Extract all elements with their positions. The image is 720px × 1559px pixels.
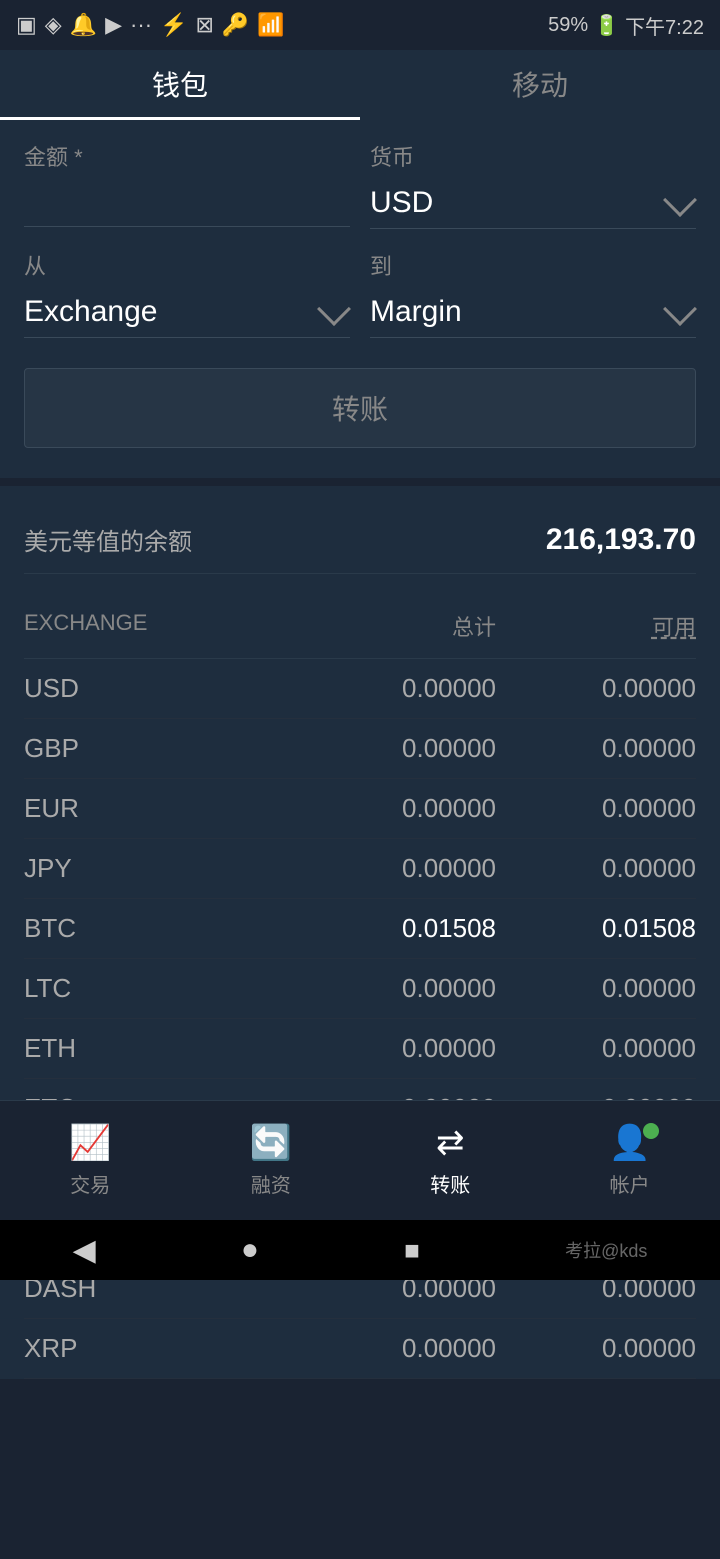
amount-input[interactable] — [24, 178, 350, 227]
table-row: ETH 0.00000 0.00000 — [24, 1019, 696, 1079]
nav-transfer-label: 转账 — [430, 1169, 470, 1198]
dots-icon: ··· — [130, 12, 152, 38]
td-available-0: 0.00000 — [496, 673, 696, 704]
nav-trade-label: 交易 — [70, 1169, 110, 1198]
balance-label: 美元等值的余额 — [24, 522, 192, 557]
td-total-2: 0.00000 — [296, 793, 496, 824]
td-available-3: 0.00000 — [496, 853, 696, 884]
from-group: 从 Exchange — [24, 249, 350, 338]
col-available: 可用 — [496, 610, 696, 642]
td-available-1: 0.00000 — [496, 733, 696, 764]
amount-label: 金额 * — [24, 140, 350, 172]
account-dot — [643, 1123, 659, 1139]
home-button[interactable]: ● — [241, 1233, 259, 1267]
table-row: XRP 0.00000 0.00000 — [24, 1319, 696, 1379]
top-tab-bar: 钱包 移动 — [0, 50, 720, 120]
watermark: 考拉@kds — [565, 1237, 647, 1263]
table-header: EXCHANGE 总计 可用 — [24, 594, 696, 659]
col-exchange: EXCHANGE — [24, 610, 296, 642]
table-row: BTC 0.01508 0.01508 — [24, 899, 696, 959]
sim-icon: ▣ — [16, 12, 37, 38]
td-total-4: 0.01508 — [296, 913, 496, 944]
finance-icon: 🔄 — [250, 1123, 292, 1163]
android-nav-bar: ◀ ● ■ 考拉@kds — [0, 1220, 720, 1280]
status-icons-left: ▣ ◈ 🔔 ▶ ··· ⚡ ⊠ 🔑 📶 — [16, 12, 285, 38]
send-icon: ▶ — [105, 12, 122, 38]
table-row: EUR 0.00000 0.00000 — [24, 779, 696, 839]
td-total-0: 0.00000 — [296, 673, 496, 704]
back-button[interactable]: ◀ — [73, 1233, 96, 1268]
td-total-1: 0.00000 — [296, 733, 496, 764]
table-row: LTC 0.00000 0.00000 — [24, 959, 696, 1019]
nav-account[interactable]: 👤 帐户 — [609, 1123, 651, 1198]
nav-finance[interactable]: 🔄 融资 — [250, 1123, 292, 1198]
td-currency-0: USD — [24, 673, 296, 704]
td-available-2: 0.00000 — [496, 793, 696, 824]
status-icons-right: 59% 🔋 下午7:22 — [548, 11, 704, 40]
td-currency-6: ETH — [24, 1033, 296, 1064]
to-select[interactable]: Margin — [370, 287, 696, 338]
td-currency-4: BTC — [24, 913, 296, 944]
from-select[interactable]: Exchange — [24, 287, 350, 338]
to-value: Margin — [370, 295, 462, 329]
td-total-3: 0.00000 — [296, 853, 496, 884]
td-currency-2: EUR — [24, 793, 296, 824]
currency-value: USD — [370, 186, 433, 220]
nfc-icon: ⊠ — [195, 12, 213, 38]
td-total-6: 0.00000 — [296, 1033, 496, 1064]
from-label: 从 — [24, 249, 350, 281]
transfer-button[interactable]: 转账 — [24, 368, 696, 448]
td-available-4: 0.01508 — [496, 913, 696, 944]
from-chevron-icon — [317, 292, 351, 326]
wallet-icon: ◈ — [45, 12, 62, 38]
tab-wallet[interactable]: 钱包 — [0, 50, 360, 120]
table-row: JPY 0.00000 0.00000 — [24, 839, 696, 899]
battery-icon: 🔋 — [594, 13, 619, 38]
td-currency-11: XRP — [24, 1333, 296, 1364]
td-currency-1: GBP — [24, 733, 296, 764]
balance-section: 美元等值的余额 216,193.70 — [0, 486, 720, 594]
to-label: 到 — [370, 249, 696, 281]
bluetooth-icon: ⚡ — [160, 12, 187, 38]
time-text: 下午7:22 — [625, 11, 704, 40]
from-value: Exchange — [24, 295, 157, 329]
bell-icon: 🔔 — [70, 12, 97, 38]
currency-select[interactable]: USD — [370, 178, 696, 229]
table-row: USD 0.00000 0.00000 — [24, 659, 696, 719]
td-total-11: 0.00000 — [296, 1333, 496, 1364]
battery-text: 59% — [548, 14, 588, 37]
td-available-5: 0.00000 — [496, 973, 696, 1004]
col-total: 总计 — [296, 610, 496, 642]
to-group: 到 Margin — [370, 249, 696, 338]
nav-trade[interactable]: 📈 交易 — [69, 1123, 111, 1198]
td-currency-5: LTC — [24, 973, 296, 1004]
trade-icon: 📈 — [69, 1123, 111, 1163]
td-available-6: 0.00000 — [496, 1033, 696, 1064]
status-bar: ▣ ◈ 🔔 ▶ ··· ⚡ ⊠ 🔑 📶 59% 🔋 下午7:22 — [0, 0, 720, 50]
key-icon: 🔑 — [222, 12, 249, 38]
balance-value: 216,193.70 — [546, 523, 696, 557]
bottom-nav: 📈 交易 🔄 融资 ⇄ 转账 👤 帐户 — [0, 1100, 720, 1220]
amount-group: 金额 * — [24, 140, 350, 229]
signal-icon: 📶 — [257, 12, 284, 38]
td-currency-3: JPY — [24, 853, 296, 884]
td-available-11: 0.00000 — [496, 1333, 696, 1364]
nav-finance-label: 融资 — [251, 1169, 291, 1198]
recent-button[interactable]: ■ — [404, 1235, 420, 1266]
tab-move[interactable]: 移动 — [360, 50, 720, 120]
nav-transfer[interactable]: ⇄ 转账 — [430, 1123, 470, 1198]
td-total-5: 0.00000 — [296, 973, 496, 1004]
nav-account-label: 帐户 — [610, 1169, 650, 1198]
to-chevron-icon — [663, 292, 697, 326]
balance-row: 美元等值的余额 216,193.70 — [24, 506, 696, 574]
currency-label: 货币 — [370, 140, 696, 172]
table-row: GBP 0.00000 0.00000 — [24, 719, 696, 779]
transfer-icon: ⇄ — [436, 1123, 465, 1163]
currency-group: 货币 USD — [370, 140, 696, 229]
currency-chevron-icon — [663, 183, 697, 217]
transfer-form: 金额 * 货币 USD 从 Exchange — [0, 120, 720, 478]
